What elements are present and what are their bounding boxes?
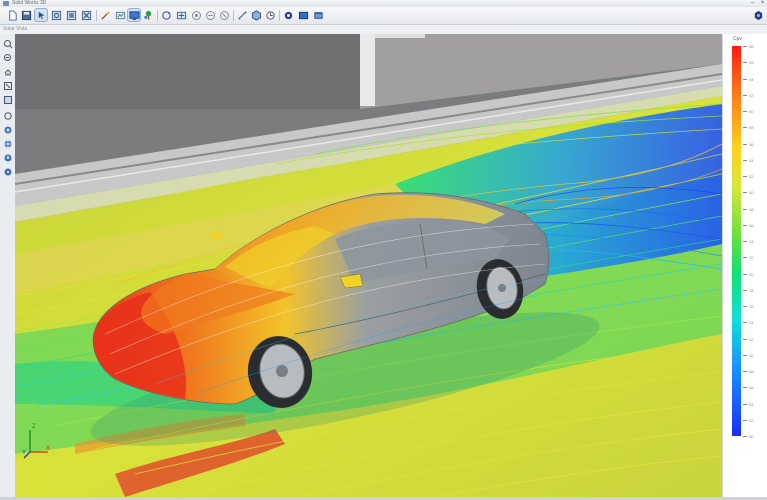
axis-y-label: Y	[22, 450, 27, 456]
rotate-icon[interactable]	[160, 9, 172, 21]
app-icon	[3, 1, 9, 6]
record-icon[interactable]	[282, 9, 294, 21]
legend-tick	[743, 403, 747, 405]
legend-tick-label: 44	[749, 76, 754, 82]
legend-tick	[743, 322, 747, 324]
close-button[interactable]: ×	[758, 0, 767, 7]
pan-icon[interactable]	[175, 9, 187, 21]
legend-tick	[743, 143, 747, 145]
display-icon[interactable]	[127, 8, 141, 22]
legend-tick-label: 40	[749, 109, 754, 114]
legend-tick-label: 32	[749, 174, 754, 179]
orbit-a-icon[interactable]	[190, 9, 202, 21]
camera-icon[interactable]	[752, 9, 764, 21]
legend-tick-label: 12	[749, 336, 754, 342]
axis-x-label: X	[46, 446, 51, 452]
legend-tick-label: 28	[749, 206, 754, 212]
orbit-b-icon[interactable]	[204, 9, 216, 21]
grid-icon[interactable]	[2, 138, 13, 149]
legend-tick-label: 30	[749, 190, 754, 196]
color-legend: Cpv 48 46 44 42 40 38 36 34 32 30 28 26 24 22 20 18 16 14…	[722, 34, 767, 497]
color-bar	[732, 46, 741, 436]
legend-tick-label: 10	[749, 352, 754, 358]
legend-tick	[743, 289, 747, 291]
legend-tick-label: 48	[749, 44, 754, 49]
zoom-fit-icon[interactable]	[80, 9, 92, 21]
legend-tick	[743, 241, 747, 242]
legend-tick-label: 20	[749, 271, 754, 277]
legend-tick-label: 26	[749, 222, 754, 228]
zoom-all-icon[interactable]	[65, 9, 77, 21]
axis-z-label: Z	[32, 424, 36, 430]
legend-tick-label: 24	[749, 239, 754, 244]
fit-icon[interactable]	[2, 80, 13, 91]
magic-wand-icon[interactable]	[99, 9, 111, 21]
legend-tick-label: 36	[749, 141, 754, 147]
measure-icon[interactable]	[236, 9, 248, 21]
subbar-label: Solar Vista	[3, 26, 28, 32]
legend-tick-label: 06	[749, 385, 754, 391]
legend-tick-label: 42	[749, 92, 754, 98]
zoom-in-icon[interactable]	[2, 38, 13, 49]
title-bar: Solid Works 3D – ×	[0, 0, 767, 7]
legend-title: Cpv	[733, 36, 742, 42]
legend-tick	[743, 273, 747, 275]
legend-tick	[743, 354, 747, 356]
legend-tick-label: 18	[749, 287, 754, 293]
rotate-icon[interactable]	[2, 110, 13, 121]
legend-tick	[743, 306, 747, 307]
legend-tick	[743, 78, 747, 80]
legend-tick	[743, 46, 747, 47]
legend-tick	[743, 62, 747, 64]
legend-tick	[743, 338, 747, 340]
legend-tick-label: 08	[749, 369, 754, 374]
legend-tick	[743, 371, 747, 372]
legend-tick	[743, 224, 747, 226]
legend-tick	[743, 257, 747, 259]
frame-icon[interactable]	[2, 94, 13, 105]
zoom-out-icon[interactable]	[2, 52, 13, 63]
tree-icon[interactable]	[142, 9, 154, 21]
zoom-window-icon[interactable]	[50, 9, 62, 21]
legend-tick	[743, 208, 747, 210]
orbit-c-icon[interactable]	[218, 9, 230, 21]
legend-tick	[743, 419, 747, 421]
light-icon[interactable]	[2, 124, 13, 135]
window-title: Solid Works 3D	[12, 0, 47, 6]
legend-tick	[743, 436, 747, 437]
legend-tick-label: 38	[749, 125, 754, 131]
legend-tick	[743, 192, 747, 194]
legend-tick-label: 16	[749, 304, 754, 309]
axis-triad: Z X Y	[22, 424, 52, 460]
new-document-icon[interactable]	[6, 9, 18, 21]
minimize-button[interactable]: –	[748, 0, 757, 7]
save-icon[interactable]	[20, 9, 32, 21]
cfd-viewport[interactable]	[15, 34, 722, 497]
legend-tick-label: 34	[749, 157, 754, 163]
screen-icon[interactable]	[297, 9, 309, 21]
main-toolbar	[0, 7, 767, 25]
legend-tick-label: 02	[749, 417, 754, 423]
dimension-icon[interactable]	[264, 9, 276, 21]
legend-tick	[743, 176, 747, 177]
legend-tick-label: 00	[749, 434, 754, 439]
legend-tick	[743, 127, 747, 129]
legend-tick	[743, 94, 747, 96]
pan-icon[interactable]	[2, 66, 13, 77]
legend-tick-label: 14	[749, 320, 754, 326]
select-icon[interactable]	[34, 8, 48, 22]
view-icon[interactable]	[114, 9, 126, 21]
legend-tick	[743, 387, 747, 389]
navigate-icon[interactable]	[2, 152, 13, 163]
window-icon[interactable]	[312, 9, 324, 21]
cfd-scene	[15, 34, 722, 497]
section-icon[interactable]	[250, 9, 262, 21]
legend-tick-label: 22	[749, 255, 754, 261]
legend-tick-label: 46	[749, 60, 754, 66]
legend-tick-label: 04	[749, 401, 754, 407]
legend-tick	[743, 111, 747, 112]
axis-icon[interactable]	[2, 166, 13, 177]
left-toolstrip	[0, 34, 16, 500]
legend-tick	[743, 159, 747, 161]
